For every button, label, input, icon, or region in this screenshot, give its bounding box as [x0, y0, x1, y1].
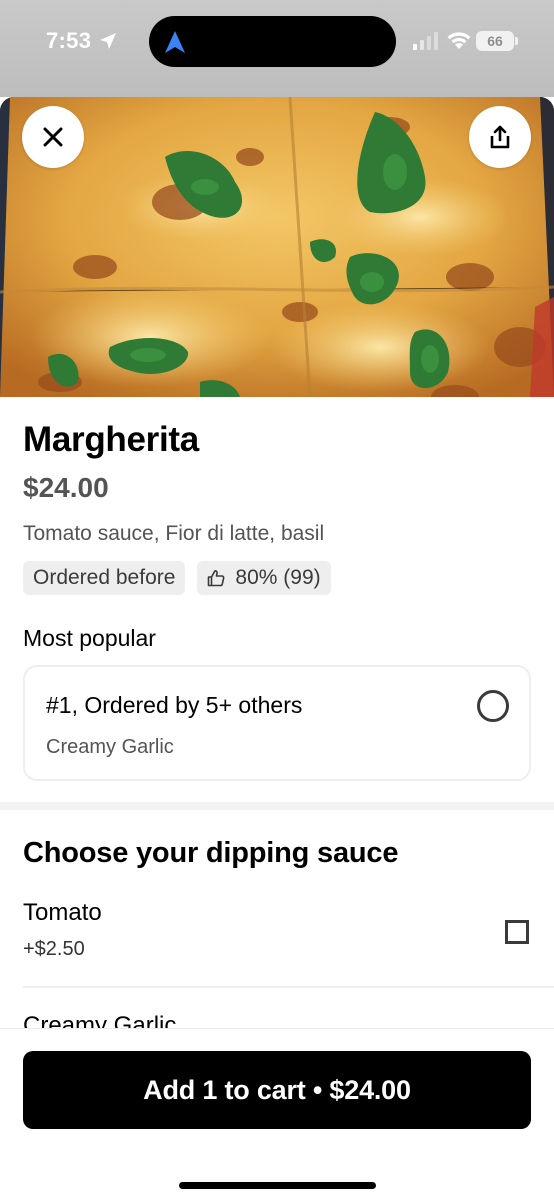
close-icon	[43, 127, 63, 147]
share-button[interactable]	[469, 106, 531, 168]
add-to-cart-button[interactable]: Add 1 to cart • $24.00	[23, 1051, 531, 1129]
most-popular-radio[interactable]	[477, 690, 509, 722]
most-popular-option[interactable]: #1, Ordered by 5+ others Creamy Garlic	[23, 665, 531, 781]
most-popular-option-name: #1, Ordered by 5+ others	[46, 692, 303, 718]
dipping-sauce-heading: Choose your dipping sauce	[23, 837, 399, 869]
bottom-bar: Add 1 to cart • $24.00	[0, 1028, 554, 1200]
battery-tip	[515, 37, 518, 45]
signal-icon	[413, 32, 438, 50]
status-bar: 7:53 66	[0, 0, 554, 97]
item-title: Margherita	[23, 420, 199, 459]
sauce-option-tomato-name[interactable]: Tomato	[23, 899, 102, 927]
ordered-before-badge: Ordered before	[23, 561, 186, 595]
rating-badge: 80% (99)	[197, 561, 331, 595]
rating-label: 80% (99)	[235, 566, 321, 589]
item-price: $24.00	[23, 472, 109, 503]
item-description: Tomato sauce, Fior di latte, basil	[23, 522, 325, 545]
close-button[interactable]	[22, 106, 84, 168]
sauce-option-tomato-price: +$2.50	[23, 938, 85, 960]
navigation-icon	[165, 31, 185, 53]
dynamic-island	[149, 16, 396, 67]
option-divider	[23, 986, 554, 988]
sauce-option-tomato-checkbox[interactable]	[505, 920, 529, 944]
battery-icon: 66	[476, 31, 514, 51]
most-popular-heading: Most popular	[23, 625, 156, 651]
share-icon	[490, 125, 510, 149]
item-badges: Ordered before 80% (99)	[23, 561, 331, 595]
wifi-icon	[447, 32, 471, 49]
section-divider	[0, 802, 554, 810]
status-time: 7:53	[46, 28, 92, 53]
home-indicator[interactable]	[179, 1182, 376, 1189]
location-arrow-icon	[100, 33, 116, 49]
ordered-before-label: Ordered before	[33, 566, 176, 589]
battery-level: 66	[487, 33, 503, 49]
thumbs-up-icon	[208, 570, 225, 587]
most-popular-option-detail: Creamy Garlic	[46, 736, 174, 758]
